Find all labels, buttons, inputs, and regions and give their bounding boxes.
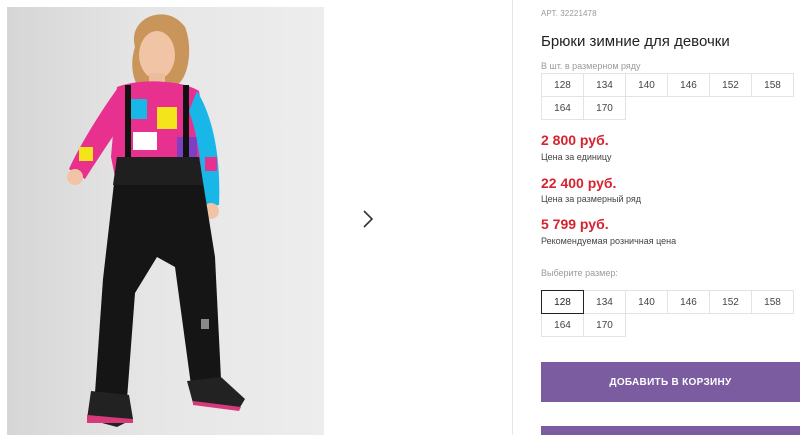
row-size-cell: 140 [625, 73, 668, 97]
product-title: Брюки зимние для девочки [541, 33, 730, 50]
size-option[interactable]: 146 [667, 290, 710, 314]
size-option[interactable]: 170 [583, 313, 626, 337]
retail-price-caption: Рекомендуемая розничная цена [541, 236, 677, 246]
size-picker-label: Выберите размер: [541, 268, 618, 278]
row-size-cell: 128 [541, 73, 584, 97]
row-size-cell: 146 [667, 73, 710, 97]
product-photo-illustration [67, 14, 245, 427]
unit-price-caption: Цена за единицу [541, 152, 612, 162]
row-size-cell: 134 [583, 73, 626, 97]
product-photo[interactable] [7, 7, 324, 435]
row-size-cell: 158 [751, 73, 794, 97]
product-gallery [0, 0, 512, 435]
size-option[interactable]: 134 [583, 290, 626, 314]
unit-price: 2 800 руб. [541, 132, 609, 148]
chevron-right-icon [362, 209, 373, 228]
retail-price: 5 799 руб. [541, 216, 609, 232]
row-price: 22 400 руб. [541, 175, 617, 191]
size-option[interactable]: 158 [751, 290, 794, 314]
row-price-caption: Цена за размерный ряд [541, 194, 642, 204]
size-option-selected[interactable]: 128 [541, 290, 584, 314]
product-info: АРТ. 32221478 Брюки зимние для девочки В… [541, 0, 800, 435]
add-to-cart-button[interactable]: ДОБАВИТЬ В КОРЗИНУ [541, 362, 800, 402]
row-size-cell: 164 [541, 96, 584, 120]
row-sizes-label: В шт. в размерном ряду [541, 61, 641, 71]
row-sizes-grid: 128 134 140 146 152 158 164 170 [541, 73, 800, 120]
size-option[interactable]: 164 [541, 313, 584, 337]
size-option[interactable]: 152 [709, 290, 752, 314]
row-size-cell: 170 [583, 96, 626, 120]
secondary-action-button[interactable] [541, 426, 800, 435]
next-image-button[interactable] [348, 199, 387, 238]
panel-divider [512, 0, 513, 435]
product-sku: АРТ. 32221478 [541, 9, 597, 18]
row-size-cell: 152 [709, 73, 752, 97]
size-picker-grid: 128 134 140 146 152 158 164 170 [541, 290, 800, 337]
size-option[interactable]: 140 [625, 290, 668, 314]
